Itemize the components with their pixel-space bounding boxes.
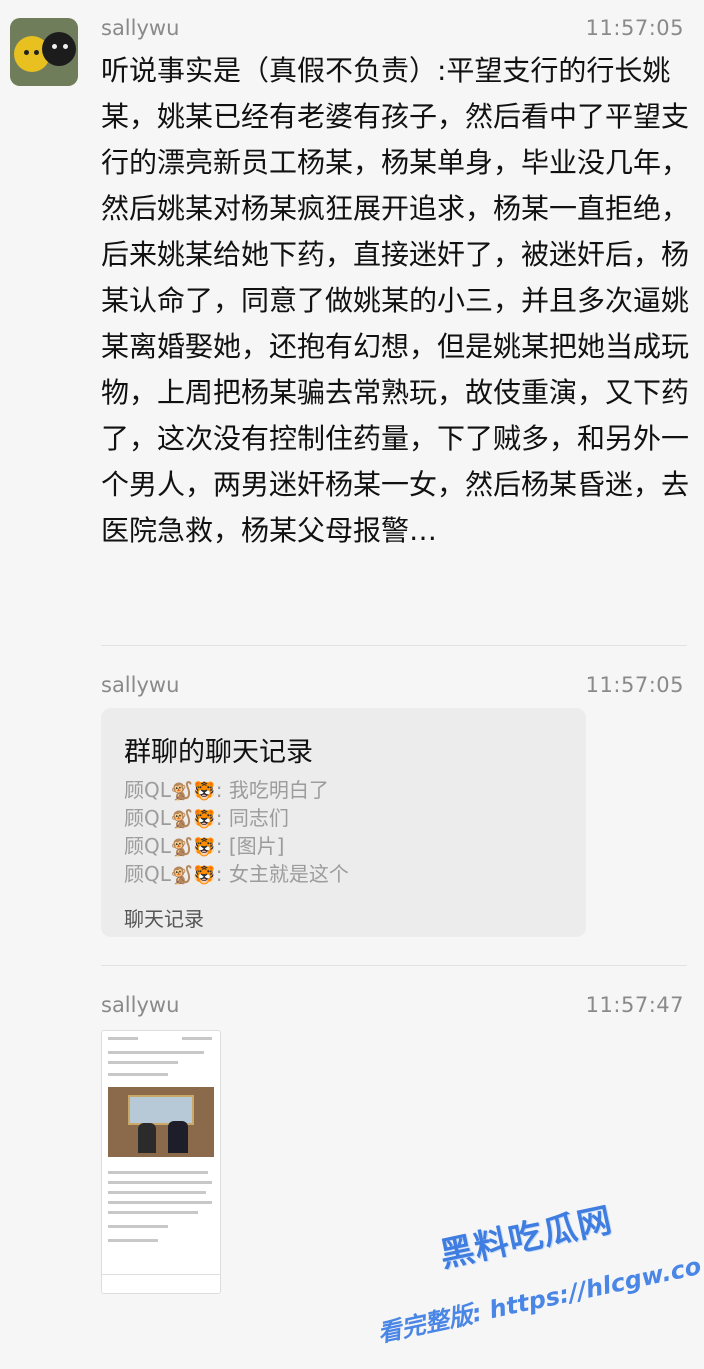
monkey-tiger-emoji: 🐒🐯 bbox=[170, 781, 216, 802]
monkey-tiger-emoji: 🐒🐯 bbox=[170, 865, 216, 886]
card-line-text: : 我吃明白了 bbox=[215, 778, 329, 802]
card-line: 顾QL🐒🐯: 我吃明白了 bbox=[124, 776, 329, 804]
message-text[interactable]: 听说事实是（真假不负责）:平望支行的行长姚某，姚某已经有老婆有孩子，然后看中了平… bbox=[101, 48, 691, 554]
chat-history-card[interactable]: 群聊的聊天记录 顾QL🐒🐯: 我吃明白了 顾QL🐒🐯: 同志们 顾QL🐒🐯: [… bbox=[101, 708, 586, 937]
card-line-text: : 女主就是这个 bbox=[215, 862, 349, 886]
message-time: 11:57:05 bbox=[585, 16, 684, 40]
avatar[interactable] bbox=[10, 18, 78, 86]
card-title: 群聊的聊天记录 bbox=[124, 737, 313, 768]
card-footer: 聊天记录 bbox=[124, 907, 204, 931]
image-thumbnail[interactable] bbox=[101, 1030, 221, 1294]
card-line-text: : 同志们 bbox=[215, 806, 289, 830]
sender-name[interactable]: sallywu bbox=[101, 673, 179, 697]
card-line-name: 顾QL bbox=[124, 862, 171, 886]
card-line-name: 顾QL bbox=[124, 778, 171, 802]
tab-bar bbox=[102, 1274, 220, 1293]
message-2: sallywu 11:57:05 群聊的聊天记录 顾QL🐒🐯: 我吃明白了 顾Q… bbox=[0, 660, 704, 960]
card-line-name: 顾QL bbox=[124, 834, 171, 858]
sender-name[interactable]: sallywu bbox=[101, 993, 179, 1017]
card-line-name: 顾QL bbox=[124, 806, 171, 830]
message-time: 11:57:05 bbox=[585, 673, 684, 697]
sender-name[interactable]: sallywu bbox=[101, 16, 179, 40]
divider bbox=[101, 965, 687, 966]
message-1: sallywu 11:57:05 听说事实是（真假不负责）:平望支行的行长姚某，… bbox=[0, 0, 704, 640]
monkey-tiger-emoji: 🐒🐯 bbox=[170, 837, 216, 858]
divider bbox=[101, 645, 687, 646]
message-time: 11:57:47 bbox=[585, 993, 684, 1017]
monkey-tiger-emoji: 🐒🐯 bbox=[170, 809, 216, 830]
card-line: 顾QL🐒🐯: 女主就是这个 bbox=[124, 860, 349, 888]
photo bbox=[108, 1087, 214, 1157]
card-line-text: : [图片] bbox=[215, 834, 285, 858]
card-line: 顾QL🐒🐯: [图片] bbox=[124, 832, 284, 860]
card-line: 顾QL🐒🐯: 同志们 bbox=[124, 804, 289, 832]
